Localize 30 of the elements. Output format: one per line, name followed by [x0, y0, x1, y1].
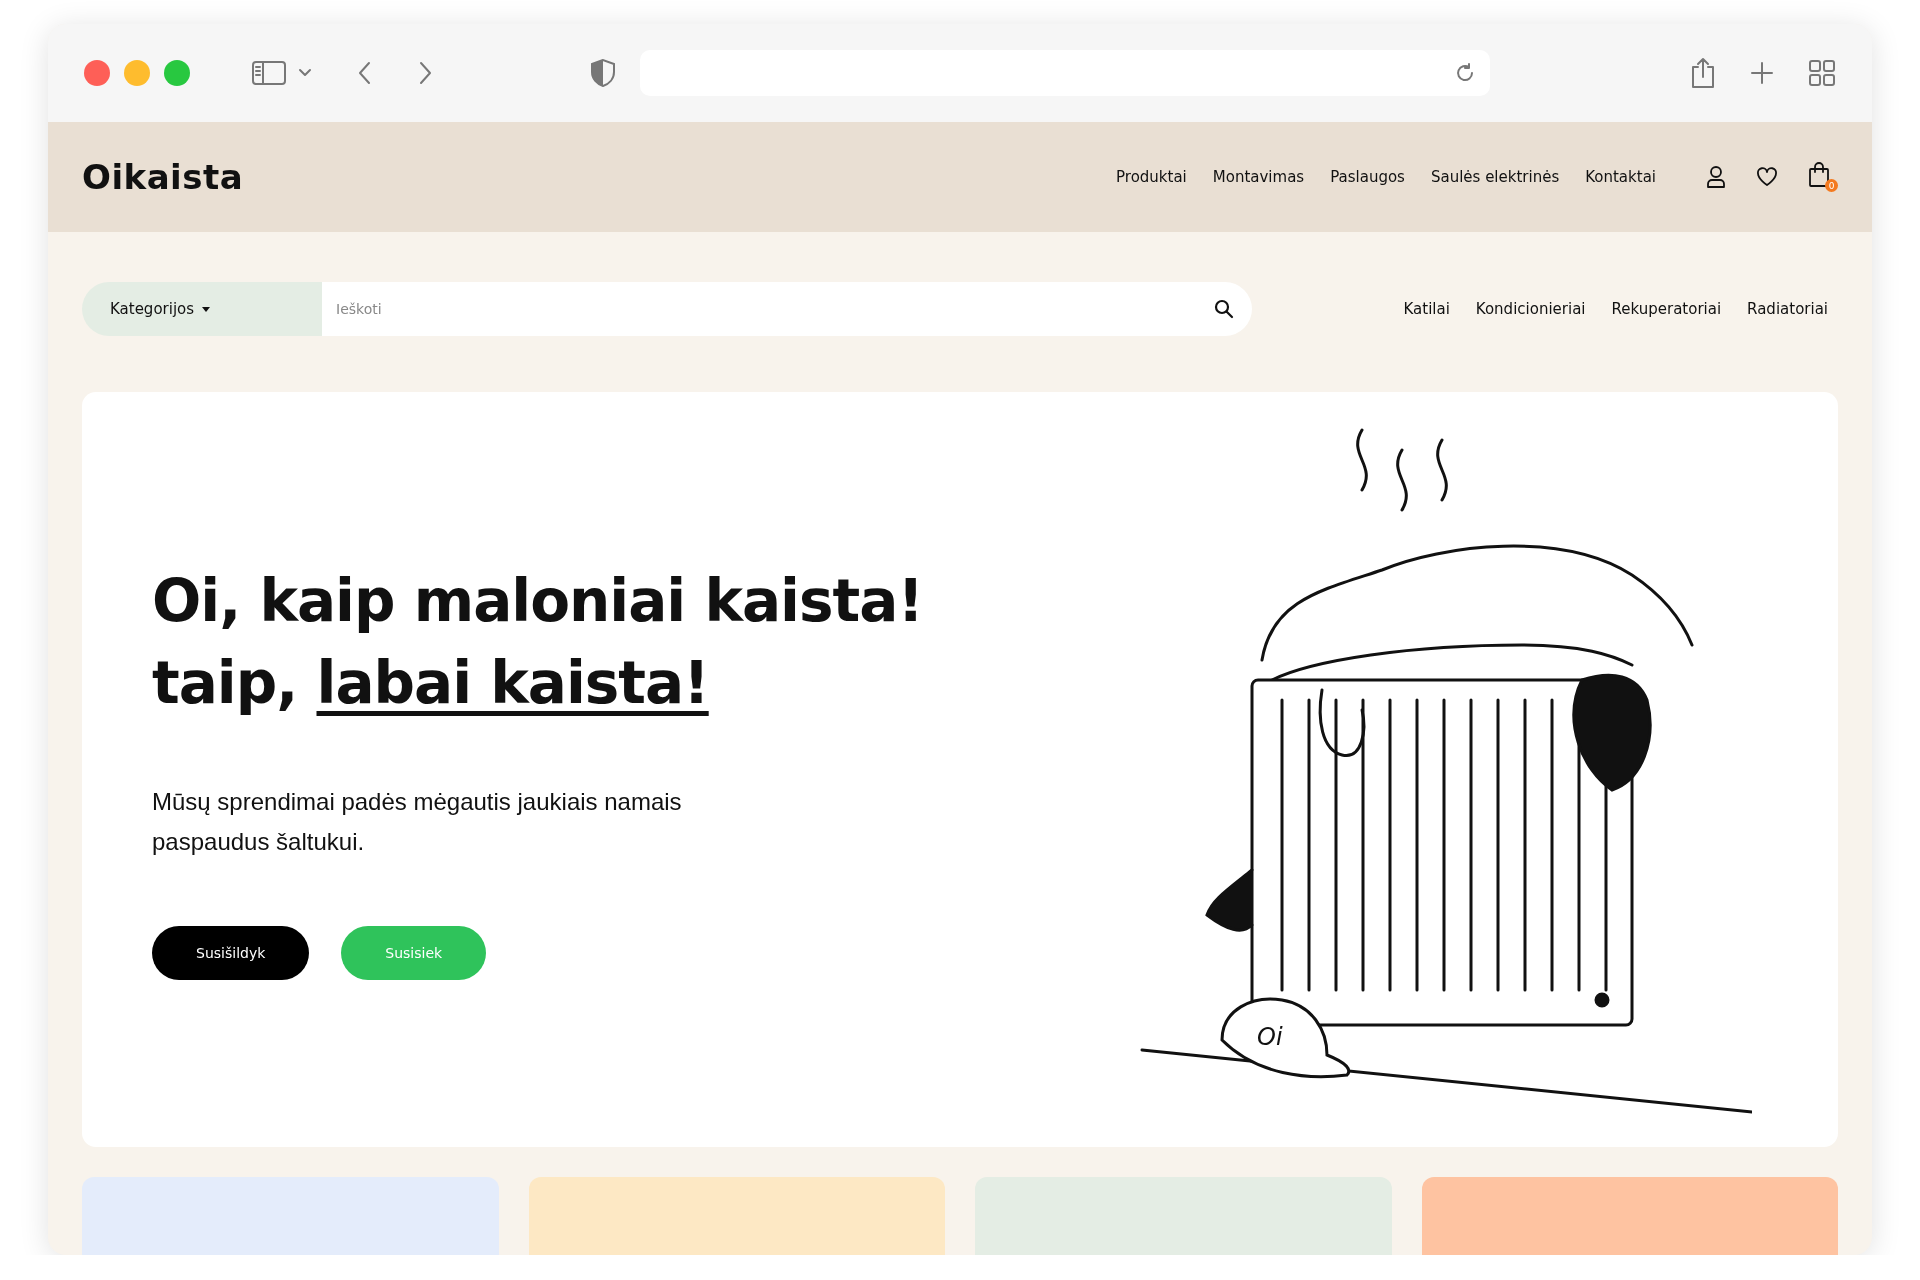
category-link[interactable]: Kondicionieriai	[1475, 300, 1586, 318]
tabs-grid-icon[interactable]	[1808, 59, 1836, 87]
reload-icon[interactable]	[1454, 62, 1476, 84]
nav-link[interactable]: Saulės elektrinės	[1430, 168, 1560, 186]
site-logo[interactable]: Oikaista	[82, 157, 1091, 197]
shopping-bag-icon[interactable]	[1808, 162, 1830, 188]
category-link[interactable]: Rekuperatoriai	[1611, 300, 1722, 318]
nav-link[interactable]: Montavimas	[1212, 168, 1305, 186]
nav-link[interactable]: Paslaugos	[1330, 168, 1405, 186]
nav-link[interactable]: Produktai	[1116, 168, 1187, 186]
warm-up-button[interactable]: Susišildyk	[152, 925, 310, 980]
hero-headline: Oi, kaip maloniai kaista! taip, labai kaista!	[152, 565, 924, 719]
categories-dropdown[interactable]: Kategorijos	[82, 282, 322, 336]
sidebar-icon[interactable]	[252, 60, 286, 86]
shield-icon[interactable]	[590, 58, 616, 88]
headline-link[interactable]: labai kaista!	[316, 648, 709, 717]
hero-description: Mūsų sprendimai padės mėgautis jaukiais namais paspaudus šaltukui.	[152, 786, 683, 857]
cart-count-badge: 0	[1825, 179, 1838, 192]
close-window-button[interactable]	[84, 60, 110, 86]
category-link[interactable]: Radiatoriai	[1747, 300, 1828, 318]
share-icon[interactable]	[1690, 57, 1716, 89]
nav-link[interactable]: Kontaktai	[1585, 168, 1656, 186]
search-icon[interactable]	[1214, 299, 1234, 319]
category-link[interactable]: Katilai	[1403, 300, 1450, 318]
heart-icon[interactable]	[1756, 167, 1778, 187]
plus-icon[interactable]	[1750, 61, 1774, 85]
chevron-down-icon[interactable]	[298, 68, 312, 78]
caret-icon	[202, 306, 211, 312]
user-icon[interactable]	[1706, 166, 1726, 188]
cap-text: Oi	[1257, 1022, 1283, 1051]
